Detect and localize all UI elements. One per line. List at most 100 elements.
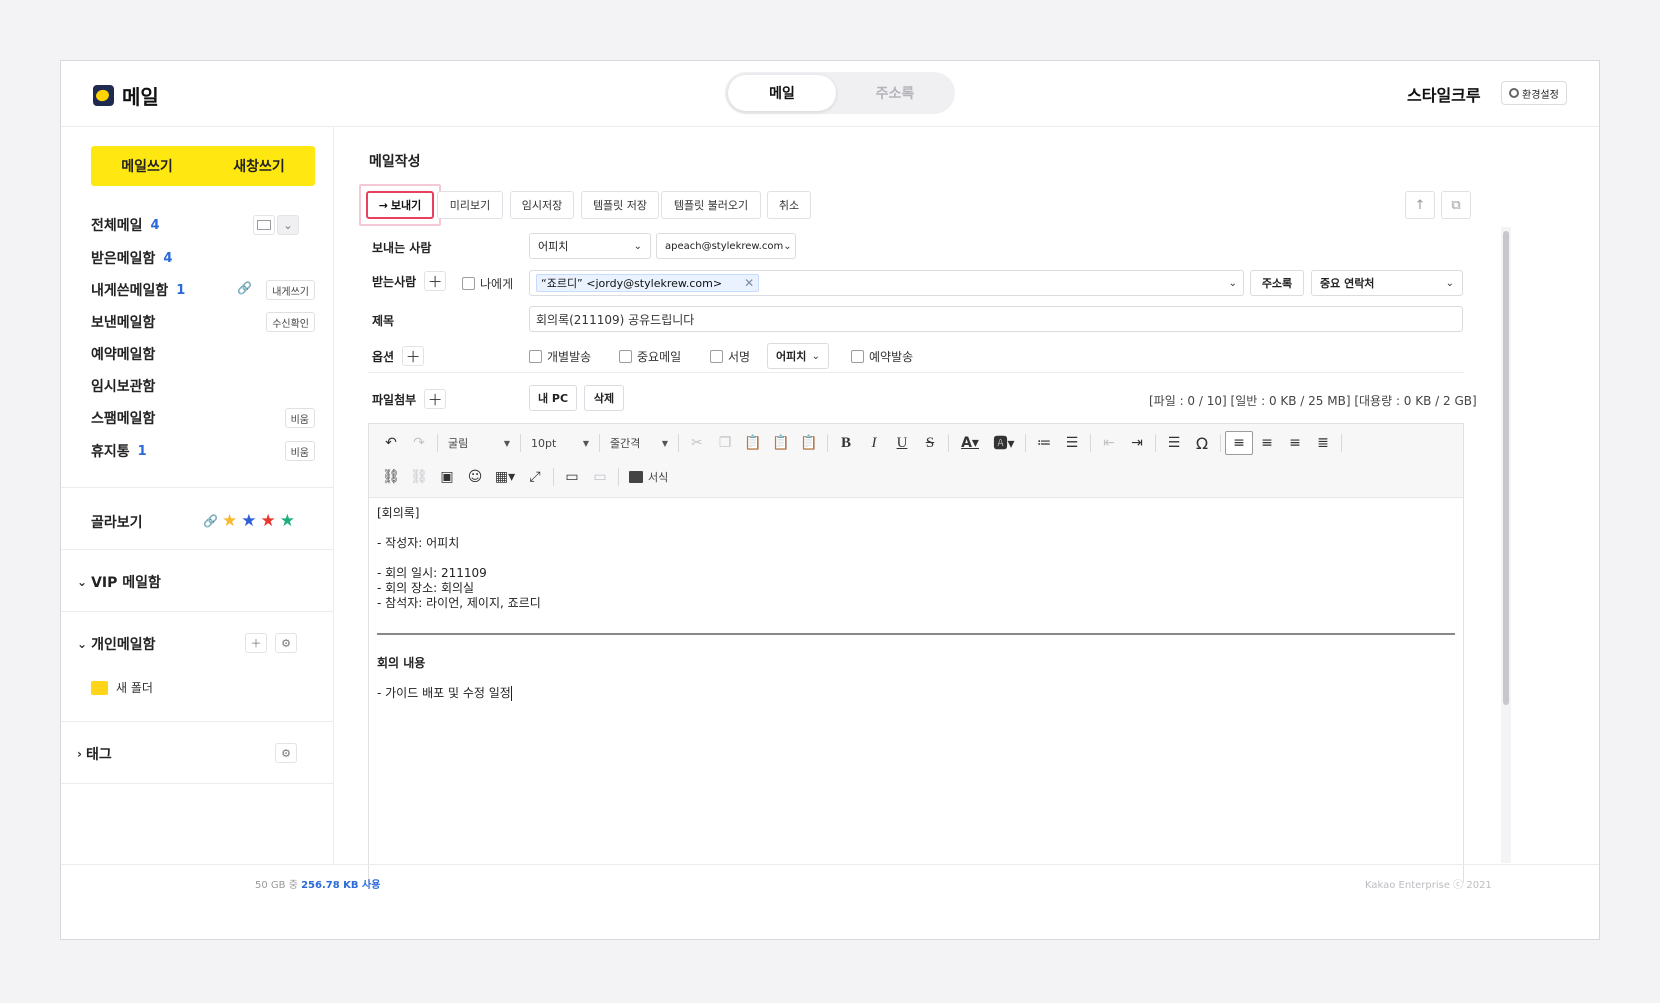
paperclip-filter-icon[interactable]: 🔗 xyxy=(203,514,218,528)
preview-mode-icon[interactable]: ▭ xyxy=(586,465,614,489)
remove-recipient-icon[interactable]: ✕ xyxy=(744,276,754,290)
scrollbar-thumb[interactable] xyxy=(1503,231,1509,705)
star-icon-green[interactable]: ★ xyxy=(280,511,295,531)
special-char-icon[interactable]: Ω xyxy=(1188,431,1216,455)
undo-icon[interactable]: ↶ xyxy=(377,431,405,455)
star-icon-yellow[interactable]: ★ xyxy=(222,511,237,531)
sender-name-select[interactable]: 어피치 ⌄ xyxy=(529,233,651,259)
write-to-me-button[interactable]: 내게쓰기 xyxy=(266,280,315,300)
template-format-button[interactable]: 서식 xyxy=(623,465,674,489)
font-size-select[interactable]: 10pt ▼ xyxy=(525,431,595,455)
tag-toggle[interactable]: › 태그 xyxy=(77,744,112,764)
vip-mailbox-toggle[interactable]: ⌄ VIP 메일함 xyxy=(77,572,161,592)
subject-input[interactable]: 회의록(211109) 공유드립니다 xyxy=(529,306,1463,332)
link-icon[interactable]: ⛓ xyxy=(377,465,405,489)
signature-select[interactable]: 어피치 ⌄ xyxy=(767,343,829,369)
compose-new-window-button[interactable]: 새창쓰기 xyxy=(203,146,315,186)
chevron-down-icon[interactable]: ⌄ xyxy=(1229,278,1237,289)
load-template-button[interactable]: 템플릿 불러오기 xyxy=(661,191,761,219)
personal-mailbox-toggle[interactable]: ⌄ 개인메일함 xyxy=(77,634,155,654)
paste-icon[interactable]: 📋 xyxy=(739,431,767,455)
sender-email-select[interactable]: apeach@stylekrew.com ⌄ xyxy=(656,233,796,259)
paperclip-icon[interactable]: 🔗 xyxy=(237,281,252,295)
chevron-down-icon[interactable]: ⌄ xyxy=(277,215,299,235)
sidebar-item-drafts[interactable]: 임시보관함 xyxy=(91,375,315,397)
popout-window-icon[interactable]: ⧉ xyxy=(1441,191,1471,219)
editor-body[interactable]: [회의록] - 작성자: 어피치 - 회의 일시: 211109 - 회의 장소… xyxy=(377,506,541,701)
mail-read-toggle-button[interactable] xyxy=(253,215,275,235)
important-mail-checkbox[interactable]: 중요메일 xyxy=(619,348,681,365)
cut-icon[interactable]: ✂ xyxy=(683,431,711,455)
read-receipt-button[interactable]: 수신확인 xyxy=(266,312,315,332)
sidebar-item-to-me[interactable]: 내게쓴메일함 1 🔗 내게쓰기 xyxy=(91,279,315,301)
add-recipient-button[interactable]: ＋ xyxy=(424,271,447,291)
font-family-select[interactable]: 굴림 ▼ xyxy=(442,431,516,455)
unordered-list-icon[interactable]: ☰ xyxy=(1058,431,1086,455)
emoji-icon[interactable]: ☺ xyxy=(461,465,489,489)
sidebar-item-inbox[interactable]: 받은메일함 4 xyxy=(91,247,315,269)
strikethrough-icon[interactable]: S xyxy=(916,431,944,455)
star-icon-red[interactable]: ★ xyxy=(260,511,275,531)
text-color-icon[interactable]: A▾ xyxy=(953,431,987,455)
empty-trash-button[interactable]: 비움 xyxy=(284,441,315,461)
arrow-up-icon[interactable]: ↑ xyxy=(1405,191,1435,219)
sidebar-item-all-mail[interactable]: 전체메일 4 ⌄ xyxy=(91,214,315,236)
recipient-chip[interactable]: “죠르디” <jordy@stylekrew.com> ✕ xyxy=(536,274,760,292)
tag-settings-button[interactable]: ⚙ xyxy=(275,743,297,763)
to-me-checkbox[interactable]: 나에게 xyxy=(462,275,513,292)
unlink-icon[interactable]: ⛓ xyxy=(405,465,433,489)
background-color-icon[interactable]: 🅰▾ xyxy=(987,431,1021,455)
tab-mail[interactable]: 메일 xyxy=(728,75,836,111)
attach-from-pc-button[interactable]: 내 PC xyxy=(529,385,577,411)
organization-name[interactable]: 스타일크루 xyxy=(1407,82,1481,106)
sidebar-item-new-folder[interactable]: 새 폴더 xyxy=(91,679,153,696)
indent-icon[interactable]: ⇥ xyxy=(1123,431,1151,455)
compose-button[interactable]: 메일쓰기 xyxy=(91,146,203,186)
save-template-button[interactable]: 템플릿 저장 xyxy=(581,191,659,219)
sidebar-item-spam[interactable]: 스팸메일함 비움 xyxy=(91,407,315,429)
source-view-icon[interactable]: ▭ xyxy=(558,465,586,489)
scheduled-send-checkbox[interactable]: 예약발송 xyxy=(851,348,913,365)
contact-group-select[interactable]: 중요 연락처 ⌄ xyxy=(1311,270,1463,296)
folder-settings-button[interactable]: ⚙ xyxy=(275,633,297,653)
sidebar-item-trash[interactable]: 휴지통 1 비움 xyxy=(91,440,315,462)
align-center-icon[interactable]: ≡ xyxy=(1253,431,1281,455)
outdent-icon[interactable]: ⇤ xyxy=(1095,431,1123,455)
send-button[interactable]: → 보내기 xyxy=(366,191,434,219)
copy-icon[interactable]: ❐ xyxy=(711,431,739,455)
separator xyxy=(1220,434,1221,452)
italic-icon[interactable]: I xyxy=(860,431,888,455)
line-height-select[interactable]: 줄간격 ▼ xyxy=(604,431,674,455)
horizontal-rule-icon[interactable]: ☰ xyxy=(1160,431,1188,455)
preview-button[interactable]: 미리보기 xyxy=(437,191,503,219)
expand-options-button[interactable]: ＋ xyxy=(402,346,425,366)
individual-send-checkbox[interactable]: 개별발송 xyxy=(529,348,591,365)
address-book-button[interactable]: 주소록 xyxy=(1250,270,1304,296)
fullscreen-icon[interactable]: ⤢ xyxy=(521,465,549,489)
app-logo[interactable]: 메일 xyxy=(93,81,159,110)
signature-checkbox[interactable]: 서명 xyxy=(710,348,750,365)
save-draft-button[interactable]: 임시저장 xyxy=(510,191,574,219)
tab-address-book[interactable]: 주소록 xyxy=(840,75,950,111)
sidebar-item-scheduled[interactable]: 예약메일함 xyxy=(91,343,315,365)
empty-spam-button[interactable]: 비움 xyxy=(284,408,315,428)
redo-icon[interactable]: ↷ xyxy=(405,431,433,455)
bold-icon[interactable]: B xyxy=(832,431,860,455)
align-left-icon[interactable]: ≡ xyxy=(1225,431,1253,455)
settings-button[interactable]: 환경설정 xyxy=(1501,81,1567,105)
star-icon-blue[interactable]: ★ xyxy=(241,511,256,531)
expand-attach-button[interactable]: ＋ xyxy=(424,389,447,409)
cancel-button[interactable]: 취소 xyxy=(767,191,811,219)
table-icon[interactable]: ▦▾ xyxy=(489,465,521,489)
ordered-list-icon[interactable]: ≔ xyxy=(1030,431,1058,455)
align-right-icon[interactable]: ≡ xyxy=(1281,431,1309,455)
paste-word-icon[interactable]: 📋 xyxy=(795,431,823,455)
underline-icon[interactable]: U xyxy=(888,431,916,455)
sidebar-item-sent[interactable]: 보낸메일함 수신확인 xyxy=(91,311,315,333)
add-folder-button[interactable]: ＋ xyxy=(245,633,267,653)
align-justify-icon[interactable]: ≣ xyxy=(1309,431,1337,455)
image-icon[interactable]: ▣ xyxy=(433,465,461,489)
paste-text-icon[interactable]: 📋 xyxy=(767,431,795,455)
attach-delete-button[interactable]: 삭제 xyxy=(584,385,624,411)
recipient-input[interactable]: “죠르디” <jordy@stylekrew.com> ✕ ⌄ xyxy=(529,270,1244,296)
